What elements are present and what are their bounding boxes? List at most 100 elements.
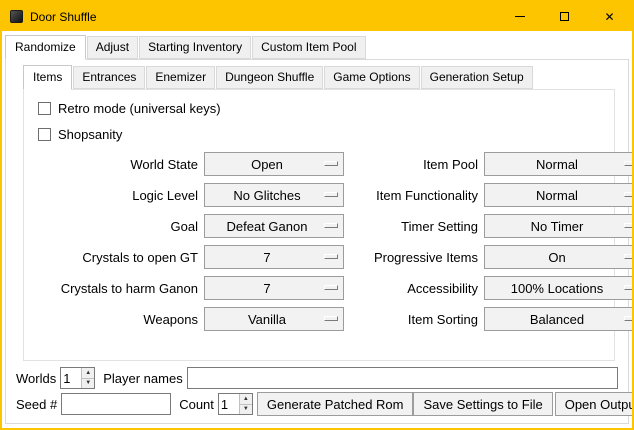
item-functionality-dropdown[interactable]: Normal	[484, 183, 634, 207]
tab-starting-inventory[interactable]: Starting Inventory	[139, 36, 251, 59]
open-output-directory-button[interactable]: Open Output Directory	[555, 392, 634, 416]
tab-entrances[interactable]: Entrances	[73, 66, 145, 89]
goal-value: Defeat Ganon	[227, 219, 308, 234]
generate-patched-rom-button[interactable]: Generate Patched Rom	[257, 392, 414, 416]
maximize-icon	[560, 12, 569, 21]
retro-mode-row: Retro mode (universal keys)	[38, 100, 610, 116]
dropdown-indicator-icon	[324, 285, 338, 290]
item-pool-dropdown[interactable]: Normal	[484, 152, 634, 176]
settings-form: World State Open Item Pool Normal Logic …	[30, 152, 610, 331]
randomize-pane: Items Entrances Enemizer Dungeon Shuffle…	[5, 59, 629, 424]
accessibility-dropdown[interactable]: 100% Locations	[484, 276, 634, 300]
dropdown-indicator-icon	[624, 161, 634, 166]
timer-setting-label: Timer Setting	[350, 219, 478, 234]
crystals-harm-ganon-value: 7	[263, 281, 270, 296]
worlds-input[interactable]	[61, 368, 81, 388]
retro-mode-label: Retro mode (universal keys)	[58, 101, 221, 116]
dropdown-indicator-icon	[624, 285, 634, 290]
goal-label: Goal	[30, 219, 198, 234]
dropdown-indicator-icon	[324, 161, 338, 166]
maximize-button[interactable]	[542, 2, 587, 31]
shopsanity-label: Shopsanity	[58, 127, 122, 142]
item-sorting-value: Balanced	[530, 312, 584, 327]
tab-enemizer[interactable]: Enemizer	[146, 66, 215, 89]
dropdown-indicator-icon	[324, 316, 338, 321]
sub-tabbar: Items Entrances Enemizer Dungeon Shuffle…	[23, 65, 623, 89]
dropdown-indicator-icon	[624, 192, 634, 197]
app-icon	[10, 10, 23, 23]
count-spinner-arrows: ▲ ▼	[239, 394, 252, 414]
crystals-harm-ganon-dropdown[interactable]: 7	[204, 276, 344, 300]
logic-level-dropdown[interactable]: No Glitches	[204, 183, 344, 207]
dropdown-indicator-icon	[324, 192, 338, 197]
spinner-up-icon[interactable]: ▲	[82, 368, 94, 379]
logic-level-label: Logic Level	[30, 188, 198, 203]
goal-dropdown[interactable]: Defeat Ganon	[204, 214, 344, 238]
count-label: Count	[179, 397, 214, 412]
door-shuffle-window: Door Shuffle ✕ Randomize Adjust Starting…	[0, 0, 634, 430]
timer-setting-value: No Timer	[531, 219, 584, 234]
world-state-value: Open	[251, 157, 283, 172]
tab-randomize[interactable]: Randomize	[5, 35, 86, 60]
worlds-spinner-arrows: ▲ ▼	[81, 368, 94, 388]
titlebar[interactable]: Door Shuffle ✕	[2, 2, 632, 31]
spinner-up-icon[interactable]: ▲	[240, 394, 252, 405]
tab-custom-item-pool[interactable]: Custom Item Pool	[252, 36, 365, 59]
progressive-items-label: Progressive Items	[350, 250, 478, 265]
item-pool-label: Item Pool	[350, 157, 478, 172]
accessibility-value: 100% Locations	[511, 281, 604, 296]
item-functionality-label: Item Functionality	[350, 188, 478, 203]
item-sorting-label: Item Sorting	[350, 312, 478, 327]
dropdown-indicator-icon	[624, 223, 634, 228]
world-state-dropdown[interactable]: Open	[204, 152, 344, 176]
crystals-open-gt-label: Crystals to open GT	[30, 250, 198, 265]
window-body: Randomize Adjust Starting Inventory Cust…	[2, 31, 632, 428]
progressive-items-value: On	[548, 250, 565, 265]
dropdown-indicator-icon	[624, 254, 634, 259]
count-input[interactable]	[219, 394, 239, 414]
player-names-input[interactable]	[187, 367, 618, 389]
weapons-value: Vanilla	[248, 312, 286, 327]
close-button[interactable]: ✕	[587, 2, 632, 31]
tab-adjust[interactable]: Adjust	[87, 36, 138, 59]
minimize-button[interactable]	[497, 2, 542, 31]
close-icon: ✕	[604, 11, 614, 23]
worlds-spinner: ▲ ▼	[60, 367, 95, 389]
main-tabbar: Randomize Adjust Starting Inventory Cust…	[5, 35, 629, 59]
crystals-harm-ganon-label: Crystals to harm Ganon	[30, 281, 198, 296]
retro-mode-checkbox[interactable]	[38, 102, 51, 115]
dropdown-indicator-icon	[324, 223, 338, 228]
crystals-open-gt-dropdown[interactable]: 7	[204, 245, 344, 269]
worlds-row: Worlds ▲ ▼ Player names	[16, 367, 618, 389]
item-sorting-dropdown[interactable]: Balanced	[484, 307, 634, 331]
progressive-items-dropdown[interactable]: On	[484, 245, 634, 269]
item-pool-value: Normal	[536, 157, 578, 172]
accessibility-label: Accessibility	[350, 281, 478, 296]
shopsanity-row: Shopsanity	[38, 126, 610, 142]
minimize-icon	[515, 16, 525, 17]
weapons-dropdown[interactable]: Vanilla	[204, 307, 344, 331]
crystals-open-gt-value: 7	[263, 250, 270, 265]
worlds-label: Worlds	[16, 371, 56, 386]
timer-setting-dropdown[interactable]: No Timer	[484, 214, 634, 238]
spinner-down-icon[interactable]: ▼	[240, 405, 252, 415]
spinner-down-icon[interactable]: ▼	[82, 379, 94, 389]
save-settings-button[interactable]: Save Settings to File	[413, 392, 552, 416]
shopsanity-checkbox[interactable]	[38, 128, 51, 141]
dropdown-indicator-icon	[624, 316, 634, 321]
seed-label: Seed #	[16, 397, 57, 412]
window-controls: ✕	[497, 2, 632, 31]
window-title: Door Shuffle	[30, 10, 97, 24]
seed-input[interactable]	[61, 393, 171, 415]
tab-game-options[interactable]: Game Options	[324, 66, 419, 89]
tab-items[interactable]: Items	[23, 65, 72, 90]
item-functionality-value: Normal	[536, 188, 578, 203]
weapons-label: Weapons	[30, 312, 198, 327]
items-pane: Retro mode (universal keys) Shopsanity W…	[23, 89, 615, 361]
world-state-label: World State	[30, 157, 198, 172]
tab-dungeon-shuffle[interactable]: Dungeon Shuffle	[216, 66, 323, 89]
seed-row: Seed # Count ▲ ▼ Generate Patched Rom Sa…	[16, 392, 618, 416]
tab-generation-setup[interactable]: Generation Setup	[421, 66, 533, 89]
player-names-label: Player names	[103, 371, 182, 386]
dropdown-indicator-icon	[324, 254, 338, 259]
